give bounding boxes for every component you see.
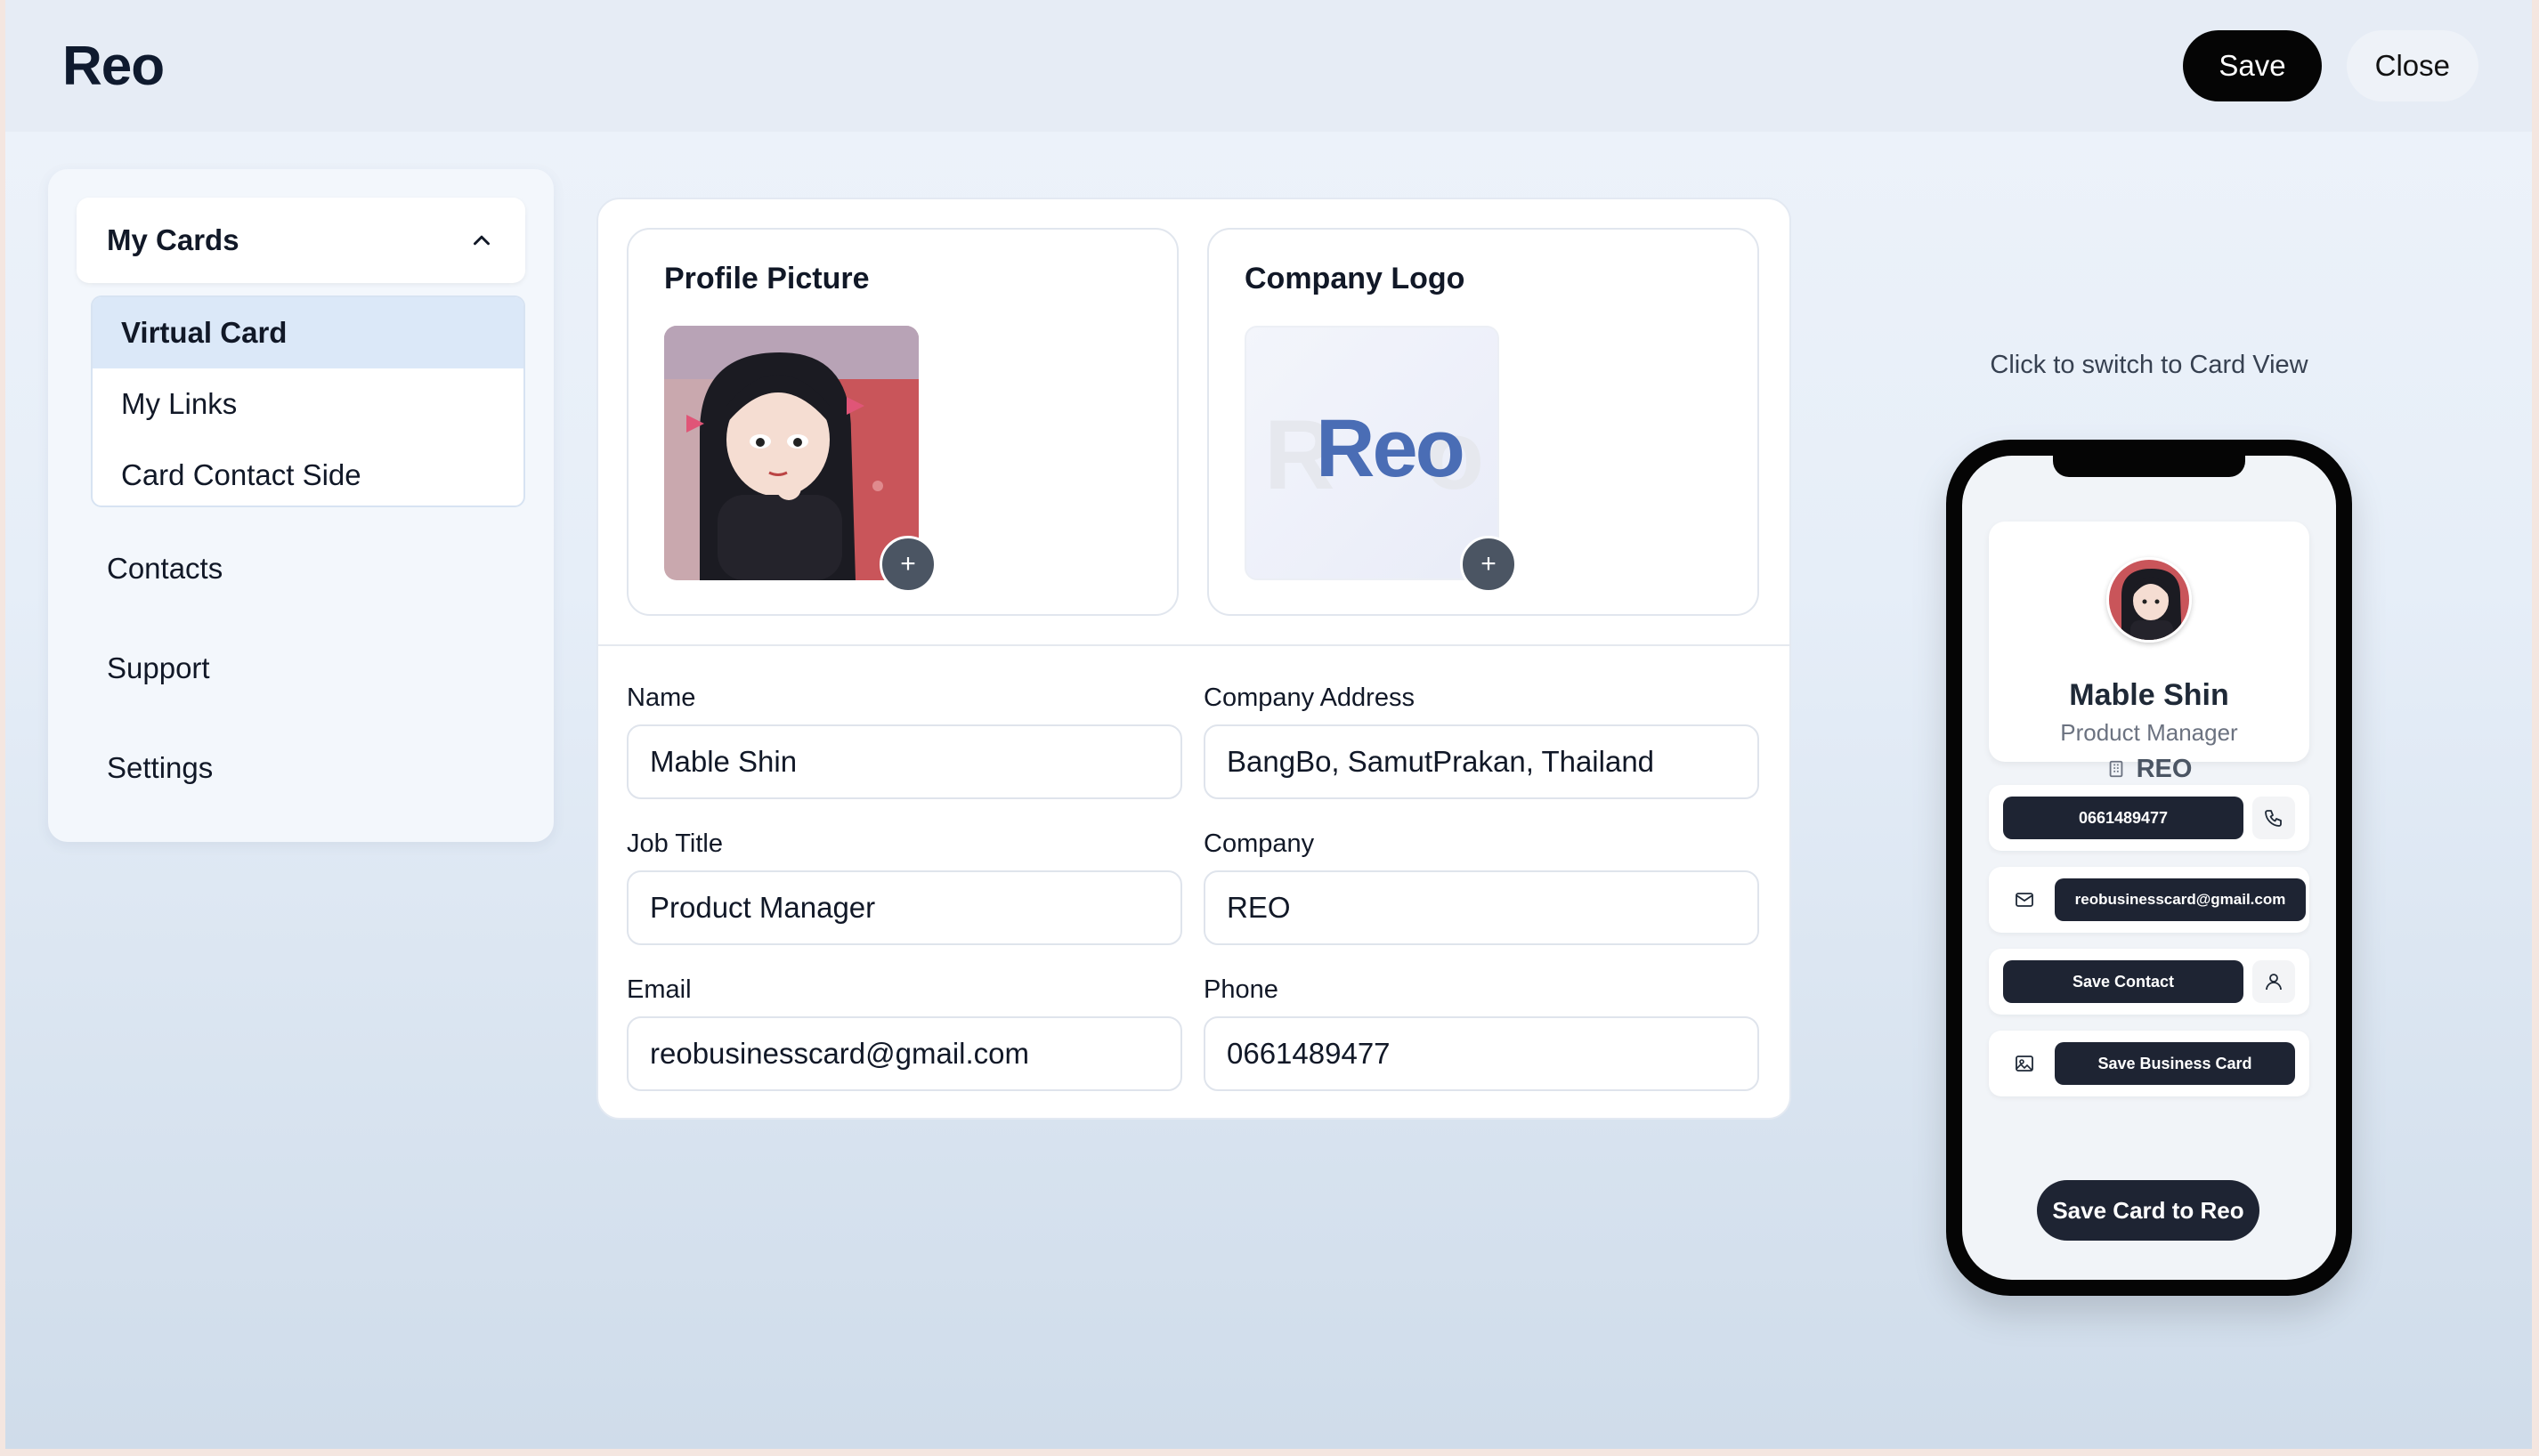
header-actions: Save Close — [2183, 30, 2478, 101]
phone-input[interactable] — [1204, 1016, 1759, 1091]
sidebar-item-virtual-card[interactable]: Virtual Card — [93, 297, 523, 368]
phone-icon[interactable] — [2252, 797, 2295, 839]
company-logo-image[interactable]: R o Reo — [1245, 326, 1499, 580]
sidebar-group-my-cards[interactable]: My Cards — [77, 198, 525, 283]
save-button[interactable]: Save — [2183, 30, 2322, 101]
close-button[interactable]: Close — [2346, 30, 2478, 101]
app-window: Reo Save Close My Cards Virtual Card My … — [5, 0, 2532, 1449]
company-address-label: Company Address — [1204, 684, 1415, 712]
sidebar-submenu: Virtual Card My Links Card Contact Side — [91, 295, 525, 507]
sidebar-item-support[interactable]: Support — [107, 651, 210, 685]
brand-logo: Reo — [62, 35, 165, 97]
sidebar-item-my-links[interactable]: My Links — [93, 368, 523, 440]
sidebar: My Cards Virtual Card My Links Card Cont… — [48, 169, 554, 842]
name-label: Name — [627, 684, 696, 712]
job-title-input[interactable] — [627, 870, 1182, 945]
chevron-up-icon — [474, 235, 490, 246]
preview-company: REO — [2136, 755, 2193, 783]
preview-save-contact-row: Save Contact — [1989, 949, 2309, 1015]
mail-icon[interactable] — [2003, 878, 2046, 921]
sidebar-group-label: My Cards — [107, 223, 239, 256]
sidebar-item-contacts[interactable]: Contacts — [107, 552, 223, 586]
profile-picture-panel: Profile Picture + — [627, 228, 1179, 616]
plus-icon[interactable]: + — [880, 536, 937, 593]
phone-screen: Mable Shin Product Manager REO 066148947… — [1962, 456, 2336, 1280]
phone-preview[interactable]: Mable Shin Product Manager REO 066148947… — [1946, 440, 2352, 1296]
preview-email-button[interactable]: reobusinesscard@gmail.com — [2055, 878, 2306, 921]
save-contact-button[interactable]: Save Contact — [2003, 960, 2243, 1003]
phone-notch — [2053, 456, 2245, 477]
card-view-hint[interactable]: Click to switch to Card View — [1875, 351, 2423, 380]
avatar — [2106, 557, 2192, 643]
preview-phone-button[interactable]: 0661489477 — [2003, 797, 2243, 839]
preview-company-row: REO — [1989, 755, 2309, 784]
phone-label: Phone — [1204, 975, 1278, 1004]
sidebar-item-card-contact-side[interactable]: Card Contact Side — [93, 440, 523, 506]
company-input[interactable] — [1204, 870, 1759, 945]
name-input[interactable] — [627, 724, 1182, 799]
email-label: Email — [627, 975, 692, 1004]
sidebar-item-settings[interactable]: Settings — [107, 751, 213, 785]
user-icon[interactable] — [2252, 960, 2295, 1003]
save-card-to-reo-button[interactable]: Save Card to Reo — [2037, 1180, 2259, 1241]
company-logo-panel: Company Logo R o Reo + — [1207, 228, 1759, 616]
card-editor: Profile Picture + Company Logo R o Reo +… — [596, 198, 1791, 1120]
logo-text: Reo — [1316, 403, 1465, 494]
save-business-card-button[interactable]: Save Business Card — [2055, 1042, 2295, 1085]
profile-picture-label: Profile Picture — [664, 262, 870, 295]
email-input[interactable] — [627, 1016, 1182, 1091]
section-divider — [598, 644, 1791, 646]
company-logo-label: Company Logo — [1245, 262, 1465, 295]
plus-icon[interactable]: + — [1460, 536, 1517, 593]
top-bar: Reo Save Close — [5, 0, 2532, 132]
profile-picture-image[interactable] — [664, 326, 919, 580]
image-icon[interactable] — [2003, 1042, 2046, 1085]
building-icon — [2109, 760, 2122, 778]
preview-name: Mable Shin — [2069, 678, 2229, 712]
company-label: Company — [1204, 829, 1315, 858]
company-address-input[interactable] — [1204, 724, 1759, 799]
preview-phone-row: 0661489477 — [1989, 785, 2309, 851]
preview-save-business-card-row: Save Business Card — [1989, 1031, 2309, 1096]
job-title-label: Job Title — [627, 829, 723, 858]
preview-email-row: reobusinesscard@gmail.com — [1989, 867, 2309, 933]
preview-profile-card: Mable Shin Product Manager REO — [1989, 522, 2309, 783]
preview-title: Product Manager — [2060, 719, 2238, 746]
